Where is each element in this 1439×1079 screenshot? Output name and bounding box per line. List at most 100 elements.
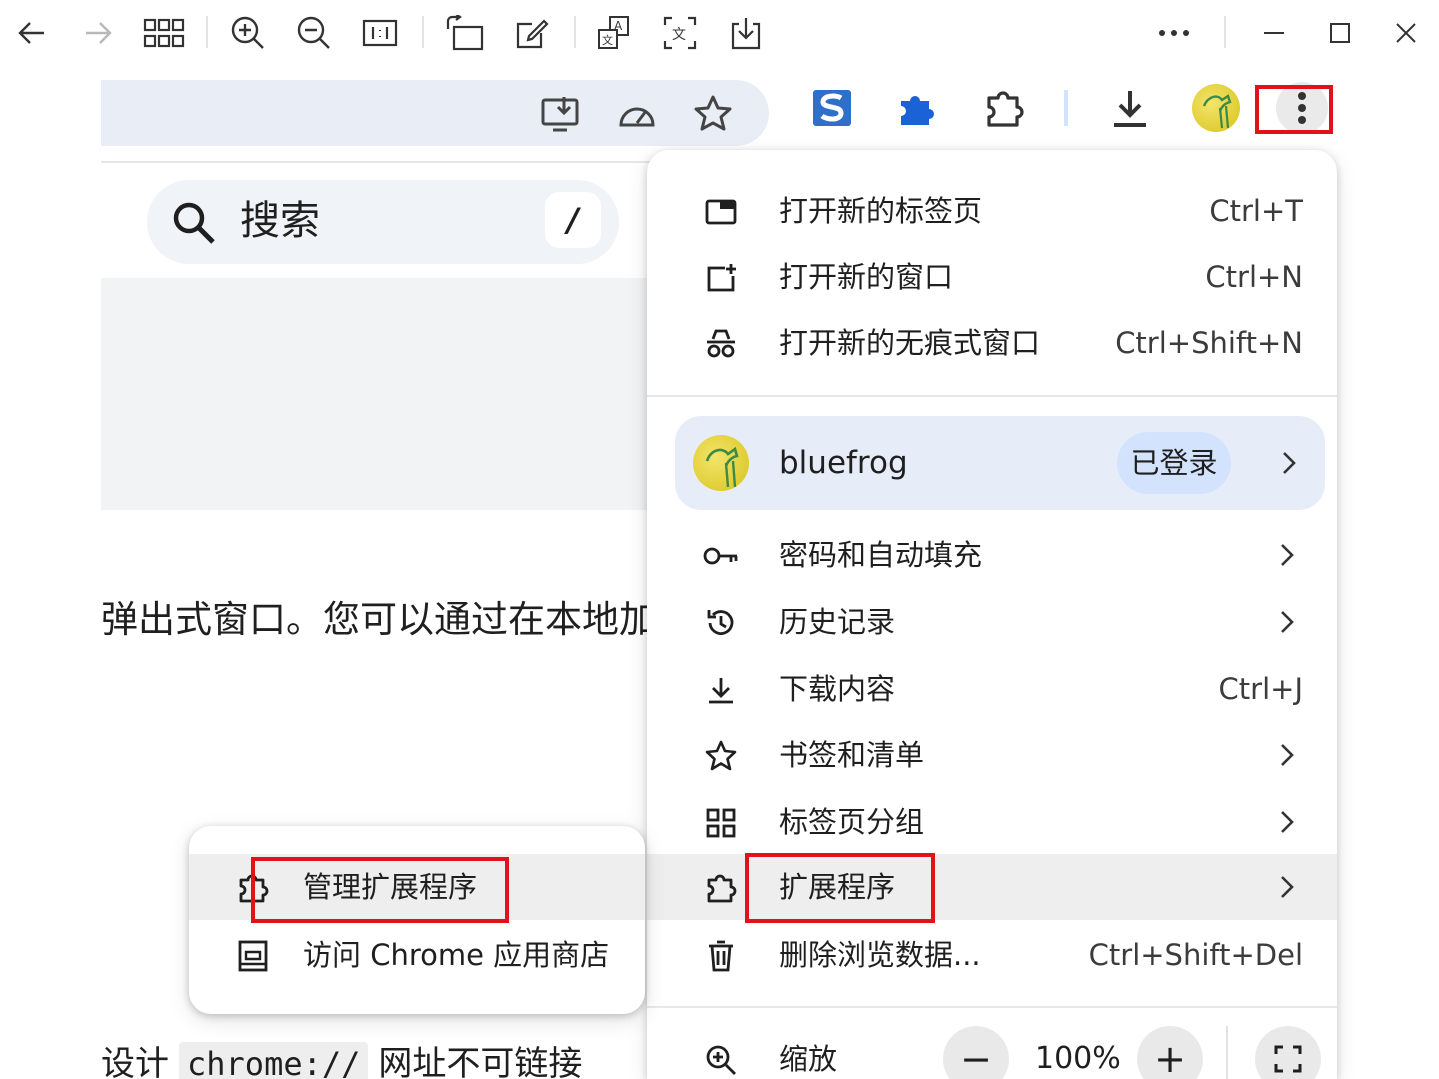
chevron-right-icon (1281, 544, 1294, 566)
extensions-submenu: 管理扩展程序 访问 Chrome 应用商店 (189, 826, 645, 1014)
svg-text:A: A (614, 19, 623, 33)
chevron-right-icon (1283, 452, 1296, 474)
download-icon[interactable] (1104, 82, 1156, 134)
menu-item-new-window[interactable]: 打开新的窗口 Ctrl+N (647, 244, 1337, 310)
chevron-right-icon (1281, 811, 1294, 833)
profile-row[interactable]: bluefrog 已登录 (675, 416, 1325, 510)
bottom-text-after: 网址不可链接 (378, 1044, 583, 1079)
menu-item-label: 打开新的窗口 (779, 260, 954, 294)
submenu-item-manage-extensions[interactable]: 管理扩展程序 (189, 854, 645, 920)
edit-icon[interactable] (510, 12, 554, 54)
menu-item-shortcut: Ctrl+N (1205, 260, 1303, 294)
key-icon (701, 536, 741, 576)
menu-item-downloads[interactable]: 下载内容 Ctrl+J (647, 656, 1337, 722)
menu-item-tab-groups[interactable]: 标签页分组 (647, 789, 1337, 855)
close-icon[interactable] (1384, 12, 1428, 54)
toolbar-separator (422, 16, 424, 48)
puzzle-icon (701, 868, 741, 908)
menu-item-label: 扩展程序 (779, 870, 896, 904)
svg-text:文: 文 (672, 27, 686, 43)
menu-item-shortcut: Ctrl+T (1209, 194, 1303, 228)
incognito-icon (701, 324, 741, 364)
minimize-icon[interactable] (1252, 12, 1296, 54)
puzzle-icon (233, 868, 273, 908)
toolbar-separator (574, 16, 576, 48)
back-arrow-icon[interactable] (10, 12, 54, 54)
history-icon (701, 603, 741, 643)
menu-item-label: 历史记录 (779, 605, 896, 639)
translate-icon[interactable]: A文 (592, 12, 636, 54)
svg-text:文: 文 (602, 33, 613, 47)
submenu-item-label: 管理扩展程序 (303, 870, 478, 904)
s-extension-icon[interactable] (806, 82, 858, 134)
menu-item-shortcut: Ctrl+J (1218, 672, 1303, 706)
star-icon (701, 736, 741, 776)
menu-item-label: 打开新的无痕式窗口 (779, 326, 1041, 360)
rotate-icon[interactable] (442, 12, 486, 54)
body-text: 弹出式窗口。您可以通过在本地加载 (101, 598, 661, 641)
signed-in-badge: 已登录 (1117, 432, 1231, 494)
save-icon[interactable] (724, 12, 768, 54)
bottom-text-before: 设计 (101, 1044, 169, 1079)
zoom-icon (701, 1040, 741, 1079)
menu-item-incognito[interactable]: 打开新的无痕式窗口 Ctrl+Shift+N (647, 310, 1337, 376)
submenu-item-label: 访问 Chrome 应用商店 (303, 938, 610, 972)
web-store-icon (233, 936, 273, 976)
chevron-right-icon (1281, 876, 1294, 898)
profile-avatar (693, 435, 749, 491)
chrome-main-menu: 打开新的标签页 Ctrl+T 打开新的窗口 Ctrl+N 打开新的无痕式窗口 C… (647, 150, 1337, 1079)
chevron-right-icon (1281, 744, 1294, 766)
kebab-menu-icon[interactable] (1276, 82, 1328, 134)
new-tab-icon (701, 192, 741, 232)
performance-icon[interactable] (615, 92, 659, 136)
trash-icon (701, 936, 741, 976)
search-shortcut-key: / (545, 192, 601, 248)
menu-item-label: 书签和清单 (779, 738, 925, 772)
menu-item-label: 缩放 (779, 1042, 838, 1076)
menu-item-passwords[interactable]: 密码和自动填充 (647, 522, 1337, 588)
tab-groups-icon (701, 803, 741, 843)
menu-item-extensions[interactable]: 扩展程序 (647, 854, 1337, 920)
menu-item-label: 密码和自动填充 (779, 538, 983, 572)
menu-item-clear-data[interactable]: 删除浏览数据... Ctrl+Shift+Del (647, 922, 1337, 988)
menu-item-label: 删除浏览数据... (779, 938, 981, 972)
zoom-out-icon[interactable] (292, 12, 336, 54)
menu-item-history[interactable]: 历史记录 (647, 589, 1337, 655)
extensions-icon[interactable] (978, 82, 1030, 134)
maximize-icon[interactable] (1318, 12, 1362, 54)
search-icon (173, 202, 215, 244)
toolbar-divider (1064, 90, 1068, 126)
omnibox[interactable] (101, 80, 769, 146)
chevron-right-icon (1281, 611, 1294, 633)
page-divider (101, 161, 661, 163)
profile-name: bluefrog (779, 445, 908, 481)
grid-icon[interactable] (142, 12, 186, 54)
menu-item-shortcut: Ctrl+Shift+Del (1088, 938, 1303, 972)
actual-size-icon[interactable] (358, 12, 402, 54)
menu-separator (647, 1006, 1337, 1008)
bottom-text: 设计 chrome:// 网址不可链接 (101, 1042, 661, 1079)
toolbar-separator (206, 16, 208, 48)
install-app-icon[interactable] (539, 92, 583, 136)
toolbar-separator (1224, 16, 1226, 48)
zoom-in-icon[interactable] (226, 12, 270, 54)
zoom-level: 100% (1035, 1041, 1121, 1076)
content-panel (101, 278, 661, 510)
profile-avatar[interactable] (1192, 84, 1240, 132)
menu-item-bookmarks[interactable]: 书签和清单 (647, 722, 1337, 788)
blue-puzzle-extension-icon[interactable] (890, 82, 942, 134)
zoom-divider (1226, 1026, 1228, 1079)
menu-separator (647, 395, 1337, 397)
forward-arrow-icon[interactable] (76, 12, 120, 54)
more-icon[interactable] (1152, 12, 1196, 54)
menu-item-new-tab[interactable]: 打开新的标签页 Ctrl+T (647, 178, 1337, 244)
code-chip: chrome:// (179, 1042, 369, 1079)
download-icon (701, 670, 741, 710)
submenu-item-web-store[interactable]: 访问 Chrome 应用商店 (189, 922, 645, 988)
ocr-icon[interactable]: 文 (658, 12, 702, 54)
bookmark-star-icon[interactable] (691, 92, 735, 136)
menu-item-label: 下载内容 (779, 672, 896, 706)
image-viewer-toolbar: A文 文 (0, 0, 1439, 66)
menu-item-label: 打开新的标签页 (779, 194, 983, 228)
search-label: 搜索 (240, 198, 320, 244)
